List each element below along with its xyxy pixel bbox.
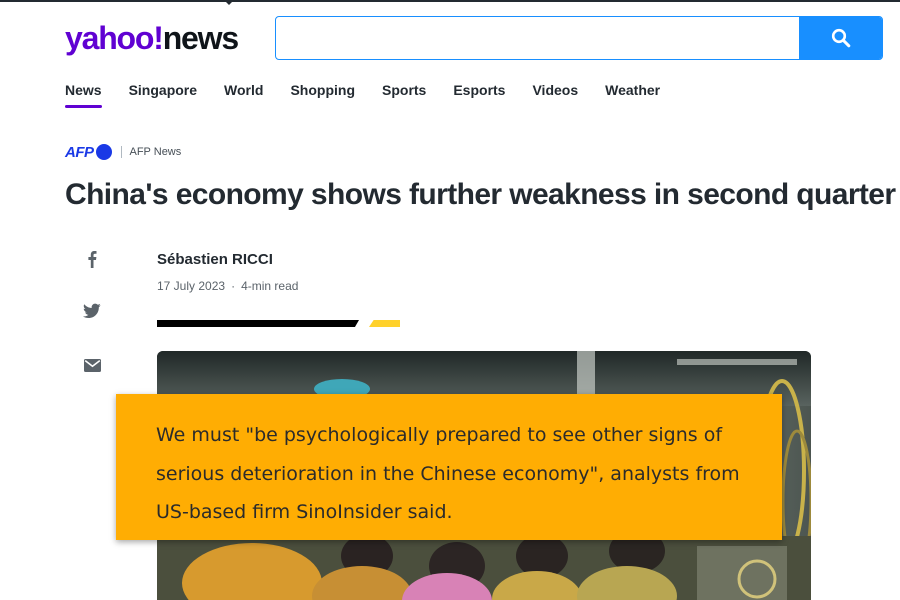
search-input[interactable] — [276, 17, 801, 59]
divider-bar-yellow — [369, 320, 400, 327]
twitter-icon — [83, 303, 101, 318]
nav-item-sports[interactable]: Sports — [382, 82, 426, 108]
main-nav: News Singapore World Shopping Sports Esp… — [65, 82, 687, 108]
search-bar — [275, 16, 883, 60]
afp-logo-dot — [95, 144, 112, 160]
logo-yahoo-text: yahoo! — [65, 20, 164, 56]
nav-item-news[interactable]: News — [65, 82, 102, 108]
quote-callout: We must "be psychologically prepared to … — [116, 394, 782, 540]
read-time: 4-min read — [241, 279, 299, 293]
nav-item-weather[interactable]: Weather — [605, 82, 660, 108]
top-border — [0, 0, 900, 2]
nav-item-videos[interactable]: Videos — [532, 82, 578, 108]
share-twitter-button[interactable] — [82, 301, 102, 321]
yahoo-news-logo[interactable]: yahoo!news — [65, 18, 239, 58]
share-mail-button[interactable] — [82, 355, 102, 375]
nav-item-world[interactable]: World — [224, 82, 263, 108]
logo-news-text: news — [162, 20, 239, 56]
nav-item-singapore[interactable]: Singapore — [129, 82, 197, 108]
quote-text: We must "be psychologically prepared to … — [156, 424, 740, 523]
afp-logo[interactable]: AFP — [65, 144, 112, 161]
top-border-notch — [224, 0, 234, 5]
divider-bar-black — [157, 320, 359, 327]
facebook-icon — [88, 251, 97, 268]
mail-icon — [83, 358, 101, 372]
share-facebook-button[interactable] — [82, 249, 102, 269]
article-title: China's economy shows further weakness i… — [65, 178, 896, 211]
nav-item-shopping[interactable]: Shopping — [290, 82, 355, 108]
provider-name[interactable]: AFP News — [130, 146, 182, 158]
afp-logo-text: AFP — [65, 143, 94, 161]
article-provider: AFP AFP News — [65, 143, 181, 161]
publish-date: 17 July 2023 — [157, 279, 226, 293]
search-button[interactable] — [799, 17, 882, 59]
nav-item-esports[interactable]: Esports — [453, 82, 505, 108]
provider-divider — [120, 146, 122, 158]
article-meta: 17 July 2023 · 4-min read — [157, 279, 298, 293]
author-name[interactable]: Sébastien RICCI — [157, 251, 273, 268]
search-icon — [831, 28, 850, 48]
meta-separator: · — [231, 279, 236, 293]
